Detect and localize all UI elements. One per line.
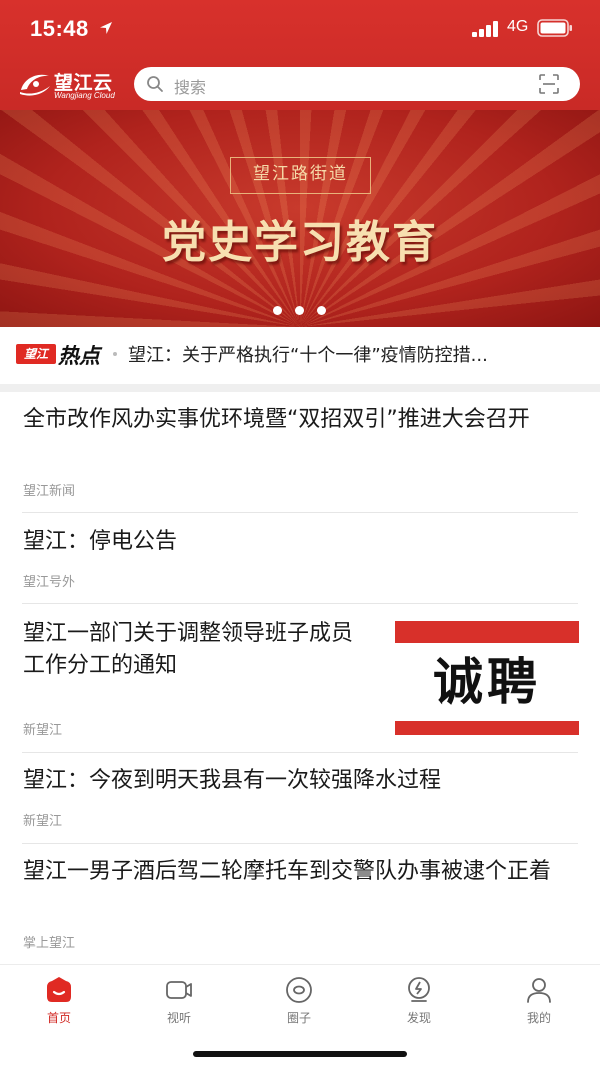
news-title[interactable]: 全市改作风办实事优环境暨“双招双引”推进大会召开: [23, 404, 563, 436]
section-gap: [0, 384, 600, 392]
carousel-dot[interactable]: [317, 306, 326, 315]
carousel-dots: [273, 306, 333, 316]
news-thumbnail[interactable]: 诚聘: [395, 621, 579, 735]
news-item[interactable]: 望江：停电公告 望江号外: [0, 513, 600, 603]
news-item[interactable]: 全市改作风办实事优环境暨“双招双引”推进大会召开 望江新闻: [0, 392, 600, 513]
scan-icon[interactable]: [538, 73, 560, 95]
home-icon: [47, 977, 71, 1002]
banner-tag: 望江路街道: [230, 157, 371, 194]
home-indicator[interactable]: [193, 1051, 407, 1057]
news-source: 新望江: [23, 814, 63, 829]
app-header: 15:48 4G 望江云 Wangjiang Cloud 搜索: [0, 0, 600, 110]
logo-subtext: Wangjiang Cloud: [54, 91, 115, 100]
video-icon: [166, 981, 192, 999]
news-title[interactable]: 望江一部门关于调整领导班子成员工作分工的通知: [23, 618, 373, 682]
news-source: 掌上望江: [23, 936, 76, 951]
news-source: 望江新闻: [23, 484, 76, 499]
hot-news-text[interactable]: 望江：关于严格执行“十个一律”疫情防控措...: [128, 341, 588, 367]
circle-icon: [286, 977, 312, 1003]
status-bar: 15:48 4G: [0, 0, 600, 56]
news-source: 新望江: [23, 723, 63, 738]
hot-news-ticker[interactable]: 望江 热点 望江：关于严格执行“十个一律”疫情防控措...: [0, 327, 600, 384]
tab-video[interactable]: 视听: [139, 975, 219, 1035]
tab-discover[interactable]: 发现: [379, 975, 459, 1035]
carousel-dot[interactable]: [273, 306, 282, 315]
separator-dot: [113, 352, 117, 356]
cellular-signal-icon: [472, 21, 498, 37]
tab-label: 我的: [526, 1011, 551, 1025]
app-logo[interactable]: 望江云 Wangjiang Cloud: [18, 68, 126, 102]
news-item[interactable]: 望江：今夜到明天我县有一次较强降水过程 新望江: [0, 753, 600, 843]
tab-label: 圈子: [286, 1011, 311, 1025]
search-icon: [147, 76, 163, 92]
location-arrow-icon: [100, 22, 112, 34]
tab-profile[interactable]: 我的: [499, 975, 579, 1035]
search-bar[interactable]: 搜索: [134, 67, 580, 101]
news-source: 望江号外: [23, 575, 76, 590]
tab-home[interactable]: 首页: [19, 975, 99, 1035]
carousel-dot[interactable]: [295, 306, 304, 315]
news-title[interactable]: 望江：停电公告: [23, 526, 563, 558]
banner-carousel[interactable]: 望江路街道 党史学习教育: [0, 110, 600, 327]
tab-label: 视听: [166, 1011, 191, 1025]
hot-badge: 望江: [16, 344, 56, 364]
profile-icon: [527, 978, 551, 1003]
tab-label: 发现: [406, 1011, 431, 1025]
news-title[interactable]: 望江一男子酒后驾二轮摩托车到交警队办事被逮个正着: [23, 856, 563, 888]
battery-icon: [537, 19, 572, 37]
news-title[interactable]: 望江：今夜到明天我县有一次较强降水过程: [23, 765, 583, 797]
news-item[interactable]: 望江一男子酒后驾二轮摩托车到交警队办事被逮个正着 掌上望江: [0, 844, 600, 964]
status-time: 15:48: [30, 16, 89, 41]
logo-mark-icon: [20, 74, 50, 96]
discover-icon: [408, 977, 430, 1002]
search-input[interactable]: 搜索: [174, 74, 206, 98]
network-type: 4G: [507, 18, 529, 35]
tab-label: 首页: [46, 1011, 71, 1025]
banner-title: 党史学习教育: [162, 217, 438, 268]
thumbnail-band-top: [395, 621, 579, 643]
tab-circle[interactable]: 圈子: [259, 975, 339, 1035]
thumbnail-text: 诚聘: [433, 652, 541, 711]
hot-label: 热点: [58, 344, 100, 368]
thumbnail-band-bottom: [395, 721, 579, 735]
